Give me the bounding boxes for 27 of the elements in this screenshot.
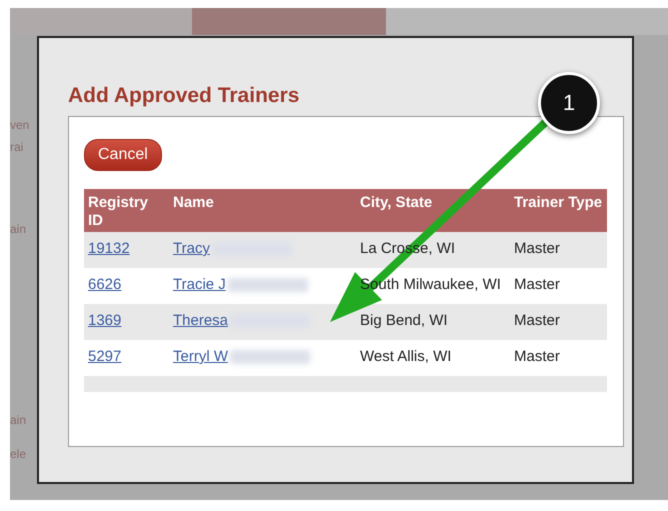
- column-header: Registry ID: [88, 194, 148, 229]
- column-header: City, State: [360, 194, 432, 211]
- column-header: Name: [173, 194, 214, 211]
- trainer-name-link[interactable]: Terryl W: [173, 348, 228, 365]
- registry-id-link[interactable]: 5297: [88, 348, 122, 365]
- column-header: Trainer Type: [514, 194, 602, 211]
- registry-id-link[interactable]: 6626: [88, 276, 122, 293]
- dialog-title: Add Approved Trainers: [68, 84, 300, 109]
- table-cell: Master: [510, 268, 607, 304]
- table-cell: West Allis, WI: [360, 348, 452, 365]
- background-text: rai: [10, 140, 24, 154]
- tab[interactable]: [386, 8, 668, 35]
- background-text: ele: [10, 447, 26, 461]
- tab[interactable]: [192, 8, 386, 35]
- background-text: ven: [10, 118, 30, 132]
- background-text: ain: [10, 413, 26, 427]
- background-text: ain: [10, 222, 26, 236]
- tab[interactable]: [10, 8, 192, 35]
- table-cell: Big Bend, WI: [360, 312, 448, 329]
- registry-id-link[interactable]: 1369: [88, 312, 122, 329]
- trainer-name-link[interactable]: Tracy: [173, 240, 210, 257]
- table-cell: Master: [510, 304, 607, 340]
- table-cell: Master: [510, 232, 607, 268]
- table-cell: Master: [510, 340, 607, 376]
- trainer-name-link[interactable]: Tracie J: [173, 276, 226, 293]
- trainer-name-link[interactable]: Theresa: [173, 312, 228, 329]
- cancel-button[interactable]: Cancel: [84, 139, 162, 171]
